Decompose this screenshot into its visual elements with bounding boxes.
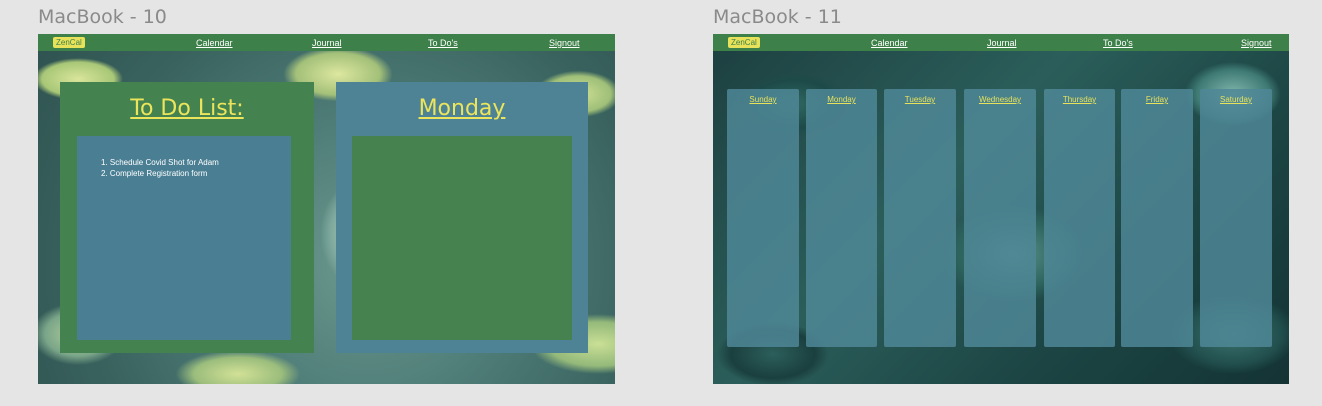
day-column-thursday[interactable]: Thursday	[1044, 89, 1115, 347]
navbar: ZenCal Calendar Journal To Do's Signout	[38, 34, 615, 51]
day-label[interactable]: Sunday	[727, 95, 799, 104]
todo-page-frame: ZenCal Calendar Journal To Do's Signout …	[38, 34, 615, 384]
day-column-wednesday[interactable]: Wednesday	[964, 89, 1036, 347]
todo-item[interactable]: 1. Schedule Covid Shot for Adam	[101, 157, 291, 168]
nav-signout-link[interactable]: Signout	[549, 38, 580, 48]
day-label[interactable]: Saturday	[1200, 95, 1272, 104]
day-label[interactable]: Friday	[1121, 95, 1193, 104]
nav-todos-link[interactable]: To Do's	[1103, 38, 1133, 48]
nav-todos-link[interactable]: To Do's	[428, 38, 458, 48]
nav-journal-link[interactable]: Journal	[312, 38, 342, 48]
week-calendar-frame: ZenCal Calendar Journal To Do's Signout …	[713, 34, 1289, 384]
day-label[interactable]: Tuesday	[884, 95, 956, 104]
navbar: ZenCal Calendar Journal To Do's Signout	[713, 34, 1289, 51]
day-label[interactable]: Monday	[806, 95, 877, 104]
day-panel-heading[interactable]: Monday	[336, 96, 588, 121]
day-panel-content-box[interactable]	[352, 136, 572, 340]
nav-calendar-link[interactable]: Calendar	[871, 38, 908, 48]
frame-title-macbook-11: MacBook - 11	[713, 6, 842, 28]
zencal-logo[interactable]: ZenCal	[728, 37, 760, 48]
todo-items: 1. Schedule Covid Shot for Adam 2. Compl…	[77, 136, 291, 179]
todo-item[interactable]: 2. Complete Registration form	[101, 168, 291, 179]
day-column-monday[interactable]: Monday	[806, 89, 877, 347]
nav-journal-link[interactable]: Journal	[987, 38, 1017, 48]
nav-calendar-link[interactable]: Calendar	[196, 38, 233, 48]
day-label[interactable]: Thursday	[1044, 95, 1115, 104]
day-column-friday[interactable]: Friday	[1121, 89, 1193, 347]
nav-signout-link[interactable]: Signout	[1241, 38, 1272, 48]
day-panel: Monday	[336, 82, 588, 353]
day-label[interactable]: Wednesday	[964, 95, 1036, 104]
todo-list-box[interactable]: 1. Schedule Covid Shot for Adam 2. Compl…	[77, 136, 291, 340]
zencal-logo[interactable]: ZenCal	[53, 37, 85, 48]
day-column-saturday[interactable]: Saturday	[1200, 89, 1272, 347]
day-column-tuesday[interactable]: Tuesday	[884, 89, 956, 347]
day-column-sunday[interactable]: Sunday	[727, 89, 799, 347]
todo-list-heading[interactable]: To Do List:	[60, 96, 314, 121]
todo-list-panel: To Do List: 1. Schedule Covid Shot for A…	[60, 82, 314, 353]
frame-title-macbook-10: MacBook - 10	[38, 6, 167, 28]
